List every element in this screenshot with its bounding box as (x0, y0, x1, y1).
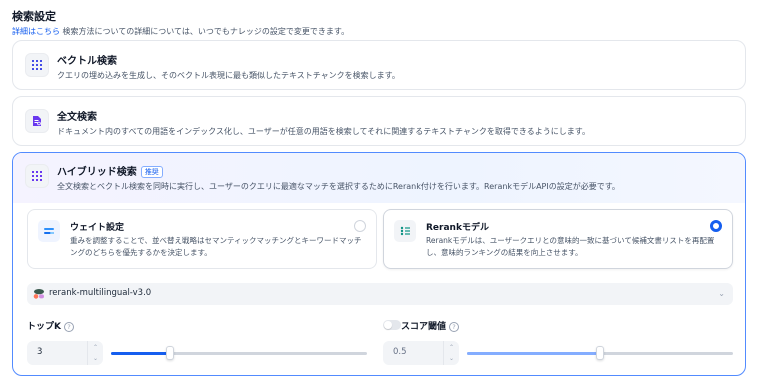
weight-setting-title: ウェイト設定 (70, 223, 125, 233)
rerank-model-option[interactable]: Rerankモデル Rerankモデルは、ユーザークエリとの意味的一致に基づいて… (383, 209, 733, 269)
weight-setting-description: 重みを調整することで、並べ替え戦略はセマンティックマッチングとキーワードマッチン… (70, 236, 362, 257)
vector-search-title: ベクトル検索 (57, 56, 117, 67)
hybrid-search-header (13, 153, 745, 203)
fulltext-doc-icon (25, 109, 49, 133)
learn-more-link[interactable]: 詳細はこちら (12, 27, 60, 36)
help-icon[interactable]: ? (63, 322, 74, 332)
hybrid-search-title: ハイブリッド検索 推奨 (57, 163, 163, 178)
fulltext-search-title: 全文検索 (57, 112, 97, 123)
vector-search-option[interactable]: ベクトル検索 クエリの埋め込みを生成し、そのベクトル表現に最も類似したテキストチ… (12, 40, 746, 90)
top-k-slider[interactable] (111, 346, 367, 360)
fulltext-search-option[interactable]: 全文検索 ドキュメント内のすべての用語をインデックス化し、ユーザーが任意の用語を… (12, 96, 746, 146)
top-k-label: トップK? (27, 319, 74, 332)
top-k-input[interactable]: 3 ⌃ ⌄ (27, 341, 103, 365)
vector-grid-icon (25, 53, 49, 77)
vector-search-description: クエリの埋め込みを生成し、そのベクトル表現に最も類似したテキストチャンクを検索し… (57, 71, 400, 80)
chevron-down-icon: ⌄ (718, 289, 725, 298)
top-k-stepper[interactable]: ⌃ ⌄ (87, 341, 103, 365)
score-threshold-slider[interactable] (467, 346, 733, 360)
rerank-model-title: Rerankモデル (426, 223, 489, 233)
rerank-dots-icon (394, 220, 416, 242)
score-threshold-label: スコア閾値? (401, 319, 460, 332)
score-threshold-slider-thumb[interactable] (596, 346, 604, 360)
hybrid-search-title-text: ハイブリッド検索 (57, 167, 137, 178)
score-threshold-slider-fill (467, 352, 600, 355)
rerank-model-description: Rerankモデルは、ユーザークエリとの意味的一致に基づいて候補文書リストを再配… (426, 236, 715, 257)
rerank-model-radio[interactable] (710, 220, 722, 232)
section-description-text: 検索方法についての詳細については、いつでもナレッジの設定で変更できます。 (60, 27, 350, 36)
recommended-badge: 推奨 (140, 166, 163, 178)
cohere-logo-icon (33, 289, 44, 299)
balance-icon (38, 220, 60, 242)
hybrid-search-description: 全文検索とベクトル検索を同時に実行し、ユーザーのクエリに最適なマッチを選択するた… (57, 182, 620, 191)
score-threshold-value: 0.5 (393, 347, 407, 357)
top-k-slider-thumb[interactable] (165, 346, 174, 360)
section-description: 詳細はこちら 検索方法についての詳細については、いつでもナレッジの設定で変更でき… (12, 26, 349, 37)
score-threshold-toggle[interactable] (383, 320, 401, 330)
score-threshold-label-text: スコア閾値 (401, 322, 447, 332)
top-k-label-text: トップK (27, 322, 61, 332)
rerank-model-select[interactable]: rerank-multilingual-v3.0 ⌄ (27, 283, 733, 305)
score-threshold-stepper[interactable]: ⌃ ⌄ (443, 341, 459, 365)
rerank-model-name: rerank-multilingual-v3.0 (49, 288, 152, 298)
weight-setting-radio[interactable] (354, 220, 366, 232)
top-k-value: 3 (37, 347, 43, 357)
weight-setting-option[interactable]: ウェイト設定 重みを調整することで、並べ替え戦略はセマンティックマッチングとキー… (27, 209, 377, 269)
top-k-slider-fill (111, 352, 170, 355)
help-icon[interactable]: ? (449, 322, 460, 332)
hybrid-grid-icon (25, 164, 49, 188)
fulltext-search-description: ドキュメント内のすべての用語をインデックス化し、ユーザーが任意の用語を検索してそ… (57, 127, 590, 136)
score-threshold-input[interactable]: 0.5 ⌃ ⌄ (383, 341, 459, 365)
hybrid-search-option[interactable]: ハイブリッド検索 推奨 全文検索とベクトル検索を同時に実行し、ユーザーのクエリに最… (12, 152, 746, 376)
section-title: 検索設定 (12, 10, 56, 23)
